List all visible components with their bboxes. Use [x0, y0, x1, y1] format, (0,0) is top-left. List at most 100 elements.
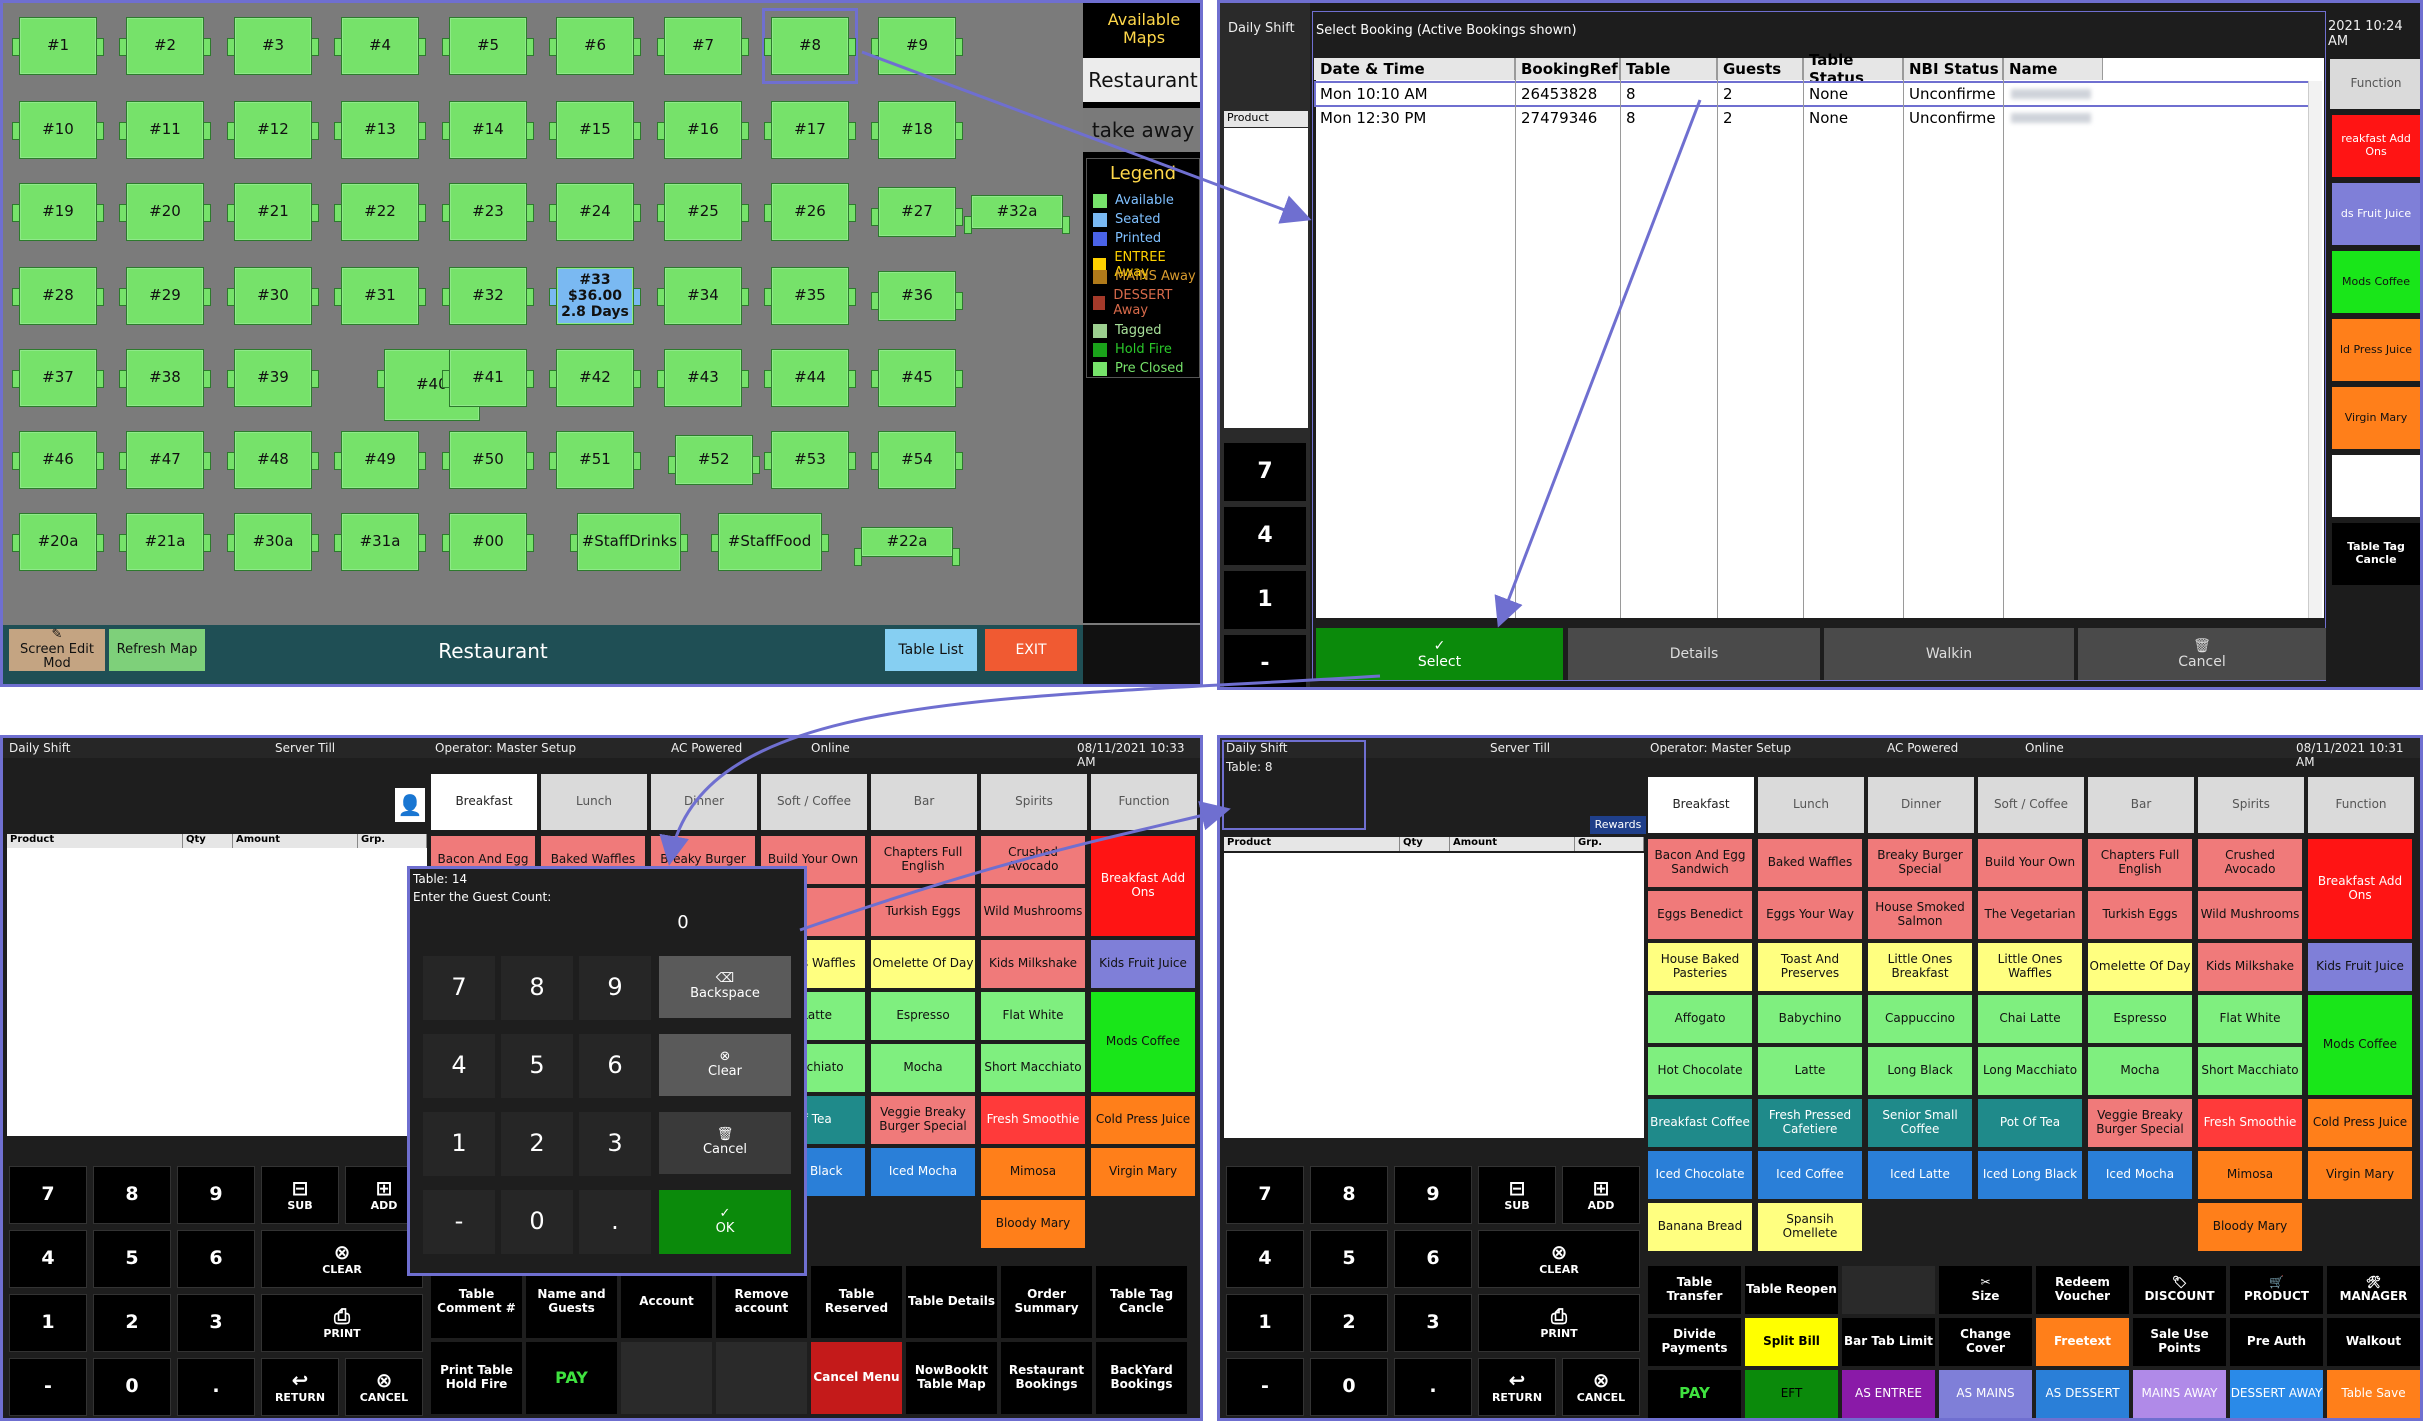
table-10[interactable]: #10	[12, 101, 104, 159]
dialog-key-7[interactable]: 2	[501, 1112, 573, 1176]
keypad-clear-key[interactable]: ⊗ CLEAR	[1478, 1230, 1640, 1288]
product-button[interactable]: Long Macchiato	[1978, 1047, 2082, 1095]
table-30a[interactable]: #30a	[227, 513, 319, 571]
product-button[interactable]: Hot Chocolate	[1648, 1047, 1752, 1095]
keypad--key[interactable]: .	[1394, 1358, 1472, 1416]
table-42[interactable]: #42	[549, 349, 641, 407]
table-23[interactable]: #23	[442, 183, 534, 241]
product-button[interactable]: Mocha	[871, 1044, 975, 1092]
product-button[interactable]: Build Your Own	[1978, 839, 2082, 887]
keypad-2-key[interactable]: 2	[1310, 1294, 1388, 1352]
table-5[interactable]: #5	[442, 17, 534, 75]
table-list-button[interactable]: Table List	[885, 629, 977, 671]
product-button[interactable]: Cold Press Juice	[1091, 1096, 1195, 1144]
tab-softcoffee[interactable]: Soft / Coffee	[1978, 777, 2084, 833]
function-button[interactable]: Order Summary	[1001, 1266, 1092, 1338]
product-button[interactable]: Kids Fruit Juice	[2308, 943, 2412, 991]
keypad--key[interactable]: .	[177, 1358, 255, 1416]
table-27[interactable]: #27	[871, 187, 963, 237]
product-button[interactable]: Iced Latte	[1868, 1151, 1972, 1199]
product-button[interactable]: Mimosa	[2198, 1151, 2302, 1199]
function-button[interactable]: Table Reserved	[811, 1266, 902, 1338]
table-staffdrinks[interactable]: #StaffDrinks	[570, 513, 689, 571]
dialog-key-4[interactable]: 5	[501, 1034, 573, 1098]
keypad-8-key[interactable]: 8	[93, 1166, 171, 1224]
table-17[interactable]: #17	[764, 101, 856, 159]
booking-key-1[interactable]: 4	[1224, 507, 1306, 565]
keypad-1-key[interactable]: 1	[9, 1294, 87, 1352]
dialog-key-5[interactable]: 6	[579, 1034, 651, 1098]
product-button[interactable]: Iced Mocha	[2088, 1151, 2192, 1199]
table-34[interactable]: #34	[657, 267, 749, 325]
side-product-0[interactable]: reakfast Add Ons	[2332, 115, 2420, 177]
screen-edit-mode-button[interactable]: ✎ Screen Edit Mod	[9, 627, 105, 671]
product-button[interactable]: Mods Coffee	[2308, 995, 2412, 1095]
table-stafffood[interactable]: #StaffFood	[710, 513, 829, 571]
keypad-8-key[interactable]: 8	[1310, 1166, 1388, 1224]
product-button[interactable]: Senior Small Coffee	[1868, 1099, 1972, 1147]
product-button[interactable]: Short Macchiato	[981, 1044, 1085, 1092]
table-54[interactable]: #54	[871, 431, 963, 489]
function-button[interactable]: Table Details	[906, 1266, 997, 1338]
function-button[interactable]: Table Save	[2327, 1370, 2420, 1418]
table-16[interactable]: #16	[657, 101, 749, 159]
function-tab[interactable]: Function	[2330, 59, 2420, 109]
side-product-2[interactable]: Mods Coffee	[2332, 251, 2420, 313]
product-button[interactable]: Eggs Benedict	[1648, 891, 1752, 939]
function-button[interactable]: Table Reopen	[1745, 1266, 1838, 1314]
product-button[interactable]: Flat White	[2198, 995, 2302, 1043]
table-9[interactable]: #9	[871, 17, 963, 75]
keypad-2-key[interactable]: 2	[93, 1294, 171, 1352]
function-button[interactable]: ✂ Size	[1939, 1266, 2032, 1314]
product-button[interactable]: Bacon And Egg Sandwich	[1648, 839, 1752, 887]
dialog-cancel-button[interactable]: 🗑 Cancel	[659, 1112, 791, 1174]
tab-spirits[interactable]: Spirits	[981, 774, 1087, 830]
product-button[interactable]: Breaky Burger Special	[1868, 839, 1972, 887]
table-4[interactable]: #4	[334, 17, 426, 75]
product-button[interactable]: Little Ones Breakfast	[1868, 943, 1972, 991]
table-11[interactable]: #11	[119, 101, 211, 159]
keypad-7-key[interactable]: 7	[9, 1166, 87, 1224]
product-button[interactable]: Fresh Pressed Cafetiere	[1758, 1099, 1862, 1147]
table-12[interactable]: #12	[227, 101, 319, 159]
keypad-0-key[interactable]: 0	[93, 1358, 171, 1416]
table-44[interactable]: #44	[764, 349, 856, 407]
product-button[interactable]: Chapters Full English	[2088, 839, 2192, 887]
table-32a[interactable]: #32a	[964, 195, 1070, 234]
product-button[interactable]: Banana Bread	[1648, 1203, 1752, 1251]
product-button[interactable]: Spansih Omellete	[1758, 1203, 1862, 1251]
backspace-button[interactable]: ⌫ Backspace	[659, 956, 791, 1018]
product-button[interactable]: Mocha	[2088, 1047, 2192, 1095]
tab-lunch[interactable]: Lunch	[541, 774, 647, 830]
function-button[interactable]: NowBookIt Table Map	[906, 1342, 997, 1414]
function-button[interactable]: 🛒 PRODUCT	[2230, 1266, 2323, 1314]
table-39[interactable]: #39	[227, 349, 319, 407]
rewards-button[interactable]: Rewards	[1590, 816, 1646, 834]
product-button[interactable]: Wild Mushrooms	[981, 888, 1085, 936]
table-1[interactable]: #1	[12, 17, 104, 75]
function-button[interactable]: Table Transfer	[1648, 1266, 1741, 1314]
function-button[interactable]: Cancel Menu	[811, 1342, 902, 1414]
function-button[interactable]: Divide Payments	[1648, 1318, 1741, 1366]
product-button[interactable]: The Vegetarian	[1978, 891, 2082, 939]
table-35[interactable]: #35	[764, 267, 856, 325]
booking-key-2[interactable]: 1	[1224, 571, 1306, 629]
keypad-9-key[interactable]: 9	[177, 1166, 255, 1224]
product-button[interactable]: Bloody Mary	[2198, 1203, 2302, 1251]
function-button[interactable]: AS ENTREE	[1842, 1370, 1935, 1418]
dialog-key-11[interactable]: .	[579, 1190, 651, 1254]
table-53[interactable]: #53	[764, 431, 856, 489]
table-49[interactable]: #49	[334, 431, 426, 489]
booking-scrollbar[interactable]	[2308, 81, 2322, 618]
product-button[interactable]: Fresh Smoothie	[981, 1096, 1085, 1144]
keypad-print-key[interactable]: ⎙ PRINT	[1478, 1294, 1640, 1352]
product-button[interactable]: Omelette Of Day	[2088, 943, 2192, 991]
table-3[interactable]: #3	[227, 17, 319, 75]
table-22a[interactable]: #22a	[854, 527, 960, 566]
table-48[interactable]: #48	[227, 431, 319, 489]
product-button[interactable]: Baked Waffles	[1758, 839, 1862, 887]
dialog-ok-button[interactable]: ✓ OK	[659, 1190, 791, 1254]
keypad-sub-key[interactable]: ⊟ SUB	[261, 1166, 339, 1224]
tab-dinner[interactable]: Dinner	[651, 774, 757, 830]
function-button[interactable]: AS MAINS	[1939, 1370, 2032, 1418]
